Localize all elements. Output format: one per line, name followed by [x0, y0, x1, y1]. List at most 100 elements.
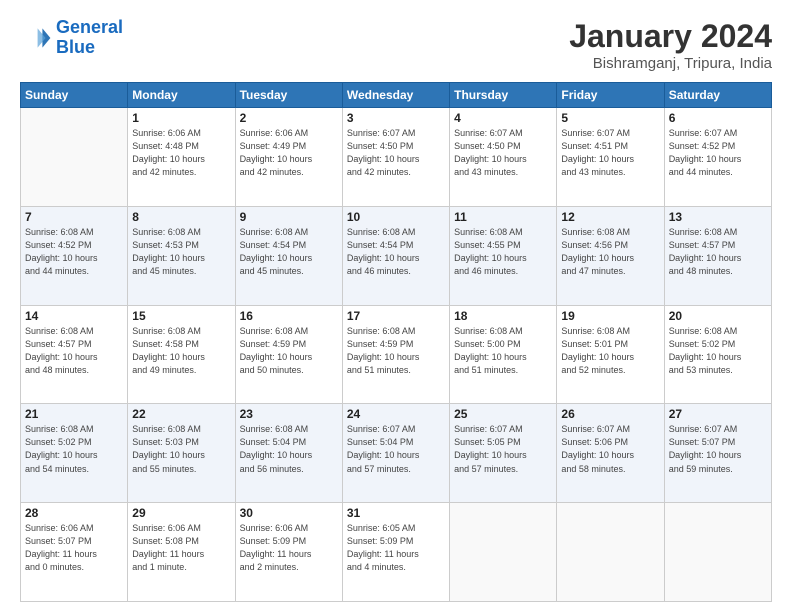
day-info: Sunrise: 6:08 AMSunset: 4:58 PMDaylight:… — [132, 325, 230, 377]
day-number: 11 — [454, 210, 552, 224]
day-number: 14 — [25, 309, 123, 323]
day-info: Sunrise: 6:07 AMSunset: 5:05 PMDaylight:… — [454, 423, 552, 475]
day-info: Sunrise: 6:08 AMSunset: 4:57 PMDaylight:… — [25, 325, 123, 377]
logo-icon — [20, 22, 52, 54]
day-number: 5 — [561, 111, 659, 125]
day-number: 30 — [240, 506, 338, 520]
calendar-header: SundayMondayTuesdayWednesdayThursdayFrid… — [21, 83, 772, 108]
day-number: 13 — [669, 210, 767, 224]
day-number: 23 — [240, 407, 338, 421]
calendar-cell: 23 Sunrise: 6:08 AMSunset: 5:04 PMDayligh… — [235, 404, 342, 503]
day-info: Sunrise: 6:08 AMSunset: 5:03 PMDaylight:… — [132, 423, 230, 475]
calendar-cell: 24Sunrise: 6:07 AMSunset: 5:04 PMDayligh… — [342, 404, 449, 503]
weekday-header-friday: Friday — [557, 83, 664, 108]
calendar-cell: 8 Sunrise: 6:08 AMSunset: 4:53 PMDaylight… — [128, 206, 235, 305]
calendar-cell — [21, 108, 128, 207]
calendar-week-row: 7Sunrise: 6:08 AMSunset: 4:52 PMDaylight… — [21, 206, 772, 305]
day-number: 7 — [25, 210, 123, 224]
day-info: Sunrise: 6:05 AMSunset: 5:09 PMDaylight:… — [347, 522, 445, 574]
calendar-cell: 13 Sunrise: 6:08 AMSunset: 4:57 PMDayligh… — [664, 206, 771, 305]
day-number: 9 — [240, 210, 338, 224]
weekday-header-monday: Monday — [128, 83, 235, 108]
day-number: 12 — [561, 210, 659, 224]
day-info: Sunrise: 6:08 AMSunset: 4:54 PMDaylight:… — [240, 226, 338, 278]
day-number: 22 — [132, 407, 230, 421]
calendar-cell: 4Sunrise: 6:07 AMSunset: 4:50 PMDaylight… — [450, 108, 557, 207]
day-info: Sunrise: 6:07 AMSunset: 4:51 PMDaylight:… — [561, 127, 659, 179]
day-info: Sunrise: 6:06 AMSunset: 5:08 PMDaylight:… — [132, 522, 230, 574]
calendar-week-row: 14 Sunrise: 6:08 AMSunset: 4:57 PMDayligh… — [21, 305, 772, 404]
day-number: 24 — [347, 407, 445, 421]
day-info: Sunrise: 6:08 AMSunset: 5:02 PMDaylight:… — [25, 423, 123, 475]
day-number: 10 — [347, 210, 445, 224]
calendar-cell: 7Sunrise: 6:08 AMSunset: 4:52 PMDaylight… — [21, 206, 128, 305]
day-info: Sunrise: 6:08 AMSunset: 4:56 PMDaylight:… — [561, 226, 659, 278]
calendar-cell: 27Sunrise: 6:07 AMSunset: 5:07 PMDayligh… — [664, 404, 771, 503]
day-number: 6 — [669, 111, 767, 125]
calendar-cell: 21 Sunrise: 6:08 AMSunset: 5:02 PMDayligh… — [21, 404, 128, 503]
day-info: Sunrise: 6:08 AMSunset: 5:00 PMDaylight:… — [454, 325, 552, 377]
calendar-cell — [557, 503, 664, 602]
month-title: January 2024 — [569, 18, 772, 55]
day-info: Sunrise: 6:08 AMSunset: 4:55 PMDaylight:… — [454, 226, 552, 278]
logo-text: General Blue — [56, 18, 123, 58]
page: General Blue January 2024 Bishramganj, T… — [0, 0, 792, 612]
calendar-cell: 15 Sunrise: 6:08 AMSunset: 4:58 PMDayligh… — [128, 305, 235, 404]
calendar-cell: 16 Sunrise: 6:08 AMSunset: 4:59 PMDayligh… — [235, 305, 342, 404]
calendar-cell: 1 Sunrise: 6:06 AMSunset: 4:48 PMDaylight… — [128, 108, 235, 207]
calendar-table: SundayMondayTuesdayWednesdayThursdayFrid… — [20, 82, 772, 602]
calendar-cell: 14 Sunrise: 6:08 AMSunset: 4:57 PMDayligh… — [21, 305, 128, 404]
calendar-cell: 11 Sunrise: 6:08 AMSunset: 4:55 PMDayligh… — [450, 206, 557, 305]
day-number: 15 — [132, 309, 230, 323]
day-number: 17 — [347, 309, 445, 323]
day-number: 28 — [25, 506, 123, 520]
calendar-week-row: 28Sunrise: 6:06 AMSunset: 5:07 PMDayligh… — [21, 503, 772, 602]
day-info: Sunrise: 6:07 AMSunset: 5:07 PMDaylight:… — [669, 423, 767, 475]
day-number: 3 — [347, 111, 445, 125]
calendar-cell: 17Sunrise: 6:08 AMSunset: 4:59 PMDayligh… — [342, 305, 449, 404]
day-number: 21 — [25, 407, 123, 421]
day-info: Sunrise: 6:08 AMSunset: 5:01 PMDaylight:… — [561, 325, 659, 377]
day-info: Sunrise: 6:08 AMSunset: 4:57 PMDaylight:… — [669, 226, 767, 278]
day-info: Sunrise: 6:08 AMSunset: 5:02 PMDaylight:… — [669, 325, 767, 377]
calendar-cell: 31Sunrise: 6:05 AMSunset: 5:09 PMDayligh… — [342, 503, 449, 602]
calendar-cell: 22 Sunrise: 6:08 AMSunset: 5:03 PMDayligh… — [128, 404, 235, 503]
weekday-header-wednesday: Wednesday — [342, 83, 449, 108]
day-info: Sunrise: 6:08 AMSunset: 5:04 PMDaylight:… — [240, 423, 338, 475]
calendar-week-row: 21 Sunrise: 6:08 AMSunset: 5:02 PMDayligh… — [21, 404, 772, 503]
calendar-cell — [450, 503, 557, 602]
day-info: Sunrise: 6:08 AMSunset: 4:53 PMDaylight:… — [132, 226, 230, 278]
day-number: 2 — [240, 111, 338, 125]
day-info: Sunrise: 6:06 AMSunset: 5:09 PMDaylight:… — [240, 522, 338, 574]
weekday-header-thursday: Thursday — [450, 83, 557, 108]
day-number: 29 — [132, 506, 230, 520]
day-info: Sunrise: 6:07 AMSunset: 4:52 PMDaylight:… — [669, 127, 767, 179]
day-info: Sunrise: 6:06 AMSunset: 4:48 PMDaylight:… — [132, 127, 230, 179]
calendar-cell: 9 Sunrise: 6:08 AMSunset: 4:54 PMDaylight… — [235, 206, 342, 305]
header: General Blue January 2024 Bishramganj, T… — [20, 18, 772, 72]
title-block: January 2024 Bishramganj, Tripura, India — [569, 18, 772, 72]
weekday-header-saturday: Saturday — [664, 83, 771, 108]
calendar-week-row: 1 Sunrise: 6:06 AMSunset: 4:48 PMDaylight… — [21, 108, 772, 207]
day-number: 4 — [454, 111, 552, 125]
day-number: 8 — [132, 210, 230, 224]
day-info: Sunrise: 6:08 AMSunset: 4:59 PMDaylight:… — [240, 325, 338, 377]
calendar-cell: 18Sunrise: 6:08 AMSunset: 5:00 PMDayligh… — [450, 305, 557, 404]
calendar-cell: 26Sunrise: 6:07 AMSunset: 5:06 PMDayligh… — [557, 404, 664, 503]
day-number: 20 — [669, 309, 767, 323]
day-number: 16 — [240, 309, 338, 323]
weekday-header-row: SundayMondayTuesdayWednesdayThursdayFrid… — [21, 83, 772, 108]
calendar-cell: 25Sunrise: 6:07 AMSunset: 5:05 PMDayligh… — [450, 404, 557, 503]
calendar-cell: 3Sunrise: 6:07 AMSunset: 4:50 PMDaylight… — [342, 108, 449, 207]
day-number: 19 — [561, 309, 659, 323]
calendar-cell — [664, 503, 771, 602]
location-subtitle: Bishramganj, Tripura, India — [569, 55, 772, 72]
day-number: 1 — [132, 111, 230, 125]
calendar-cell: 10Sunrise: 6:08 AMSunset: 4:54 PMDayligh… — [342, 206, 449, 305]
weekday-header-tuesday: Tuesday — [235, 83, 342, 108]
weekday-header-sunday: Sunday — [21, 83, 128, 108]
day-number: 26 — [561, 407, 659, 421]
calendar-cell: 20 Sunrise: 6:08 AMSunset: 5:02 PMDayligh… — [664, 305, 771, 404]
day-info: Sunrise: 6:06 AMSunset: 4:49 PMDaylight:… — [240, 127, 338, 179]
calendar-cell: 5 Sunrise: 6:07 AMSunset: 4:51 PMDaylight… — [557, 108, 664, 207]
